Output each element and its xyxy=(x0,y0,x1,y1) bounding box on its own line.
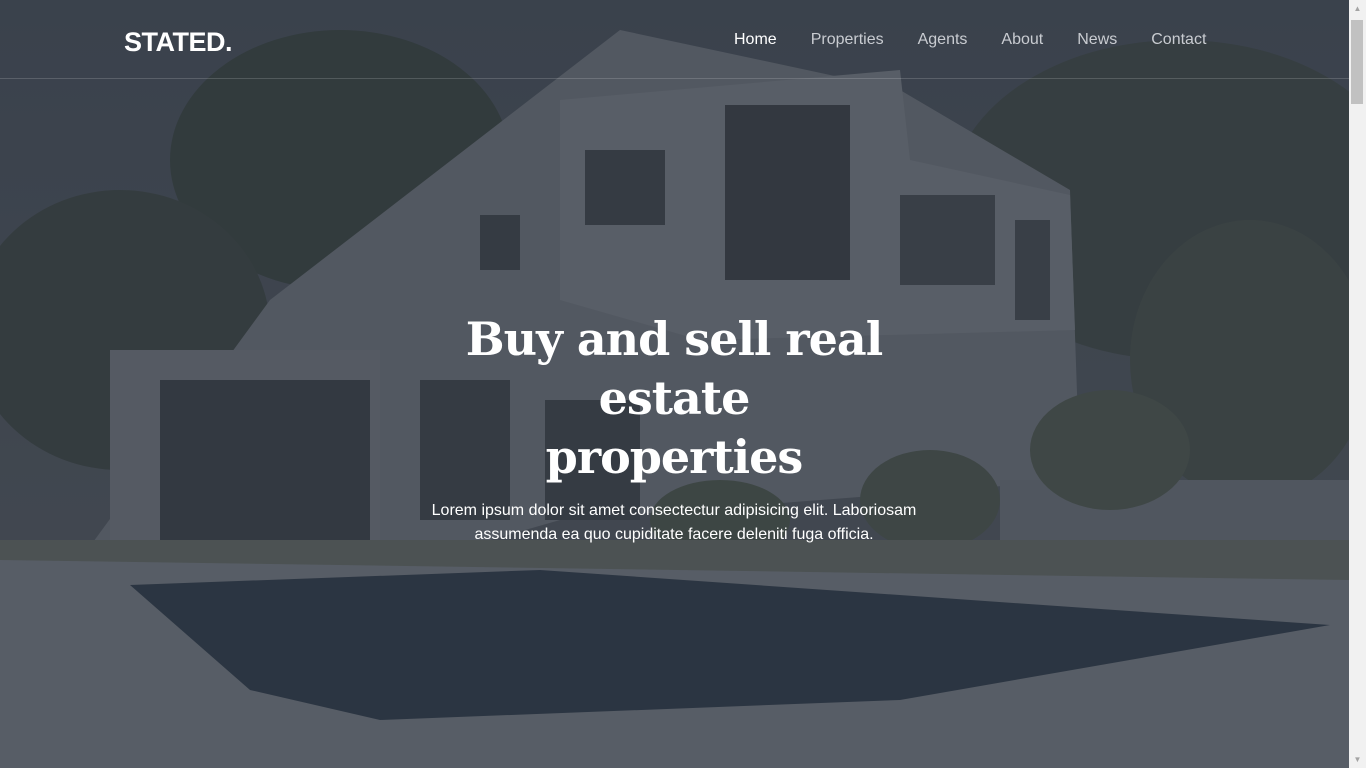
nav-link-contact[interactable]: Contact xyxy=(1151,30,1206,50)
nav-link-news[interactable]: News xyxy=(1077,30,1117,50)
hero-subtext-line2: assumenda ea quo cupiditate facere delen… xyxy=(474,526,874,543)
scrollbar-thumb[interactable] xyxy=(1351,20,1363,104)
hero-headline: Buy and sell real estate properties xyxy=(424,310,924,487)
scroll-up-arrow-icon[interactable]: ▲ xyxy=(1349,0,1366,17)
nav-link-about[interactable]: About xyxy=(1001,30,1043,50)
nav-link-agents[interactable]: Agents xyxy=(918,30,968,50)
hero-headline-line1: Buy and sell real estate xyxy=(465,312,883,425)
hero-subtext: Lorem ipsum dolor sit amet consectectur … xyxy=(424,499,924,547)
nav-link-home[interactable]: Home xyxy=(734,30,777,50)
site-logo[interactable]: STATED. xyxy=(124,27,233,58)
hero-subtext-line1: Lorem ipsum dolor sit amet consectectur … xyxy=(431,502,917,519)
scroll-down-arrow-icon[interactable]: ▼ xyxy=(1349,751,1366,768)
hero-headline-line2: properties xyxy=(545,430,804,484)
main-nav: Home Properties Agents About News Contac… xyxy=(734,30,1240,50)
nav-link-properties[interactable]: Properties xyxy=(811,30,884,50)
hero-text-block: Buy and sell real estate properties Lore… xyxy=(424,310,924,547)
page-scrollbar[interactable]: ▲ ▼ xyxy=(1349,0,1366,768)
site-navbar: STATED. Home Properties Agents About New… xyxy=(0,0,1349,79)
